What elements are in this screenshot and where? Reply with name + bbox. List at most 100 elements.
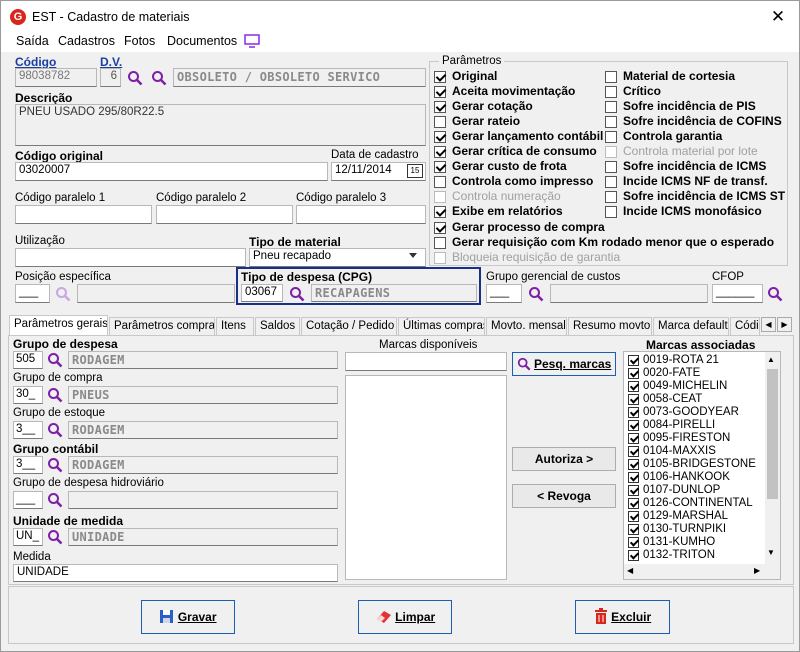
marca-item[interactable]: 0130-TURNPIKI [643,523,726,535]
param-right-9-checkbox[interactable] [605,206,617,218]
scroll-down-icon[interactable]: ▼ [767,548,775,557]
grupo-0-code[interactable]: 505 [13,351,43,369]
tab-3[interactable]: Saldos [255,317,300,336]
descricao-field[interactable]: PNEU USADO 295/80R22.5 [15,104,426,146]
marca-checkbox[interactable] [628,394,639,405]
param-left-6-checkbox[interactable] [434,161,446,173]
marcas-disponiveis-list[interactable] [345,375,507,580]
marca-checkbox[interactable] [628,407,639,418]
tab-scroll-left-icon[interactable]: ◀ [761,317,776,332]
marca-checkbox[interactable] [628,355,639,366]
marca-checkbox[interactable] [628,498,639,509]
chevron-down-icon[interactable] [409,253,417,258]
search-icon[interactable] [47,422,63,441]
tab-6[interactable]: Movto. mensal [486,317,567,336]
param-left-9-checkbox[interactable] [434,206,446,218]
tab-8[interactable]: Marca default [653,317,729,336]
hscrollbar[interactable]: ◀ ▶ [624,564,765,579]
tab-5[interactable]: Últimas compras [398,317,485,336]
search-icon[interactable] [767,286,783,302]
param-right-0-checkbox[interactable] [605,71,617,83]
param-left-0-checkbox[interactable] [434,71,446,83]
marca-checkbox[interactable] [628,472,639,483]
marca-checkbox[interactable] [628,550,639,561]
cod-par2-field[interactable] [156,205,293,224]
search-icon[interactable] [151,70,167,86]
grupo-5-code[interactable]: UN_ [13,528,43,546]
param-right-5-checkbox[interactable] [605,146,617,158]
tab-scroll-right-icon[interactable]: ▶ [777,317,792,332]
marca-item[interactable]: 0129-MARSHAL [643,510,728,522]
marca-item[interactable]: 0107-DUNLOP [643,484,720,496]
calendar-icon[interactable]: 15 [407,164,423,178]
menu-fotos[interactable]: Fotos [124,34,155,48]
revoga-button[interactable]: < Revoga [512,484,616,508]
grupo-2-code[interactable]: 3__ [13,421,43,439]
marca-item[interactable]: 0106-HANKOOK [643,471,730,483]
monitor-icon[interactable] [244,34,260,48]
search-icon[interactable] [289,286,305,302]
marca-checkbox[interactable] [628,511,639,522]
codigo-field[interactable]: 98038782 [15,68,97,87]
marca-checkbox[interactable] [628,420,639,431]
medida-field[interactable]: UNIDADE [13,564,338,582]
search-icon[interactable] [127,70,143,86]
marca-checkbox[interactable] [628,433,639,444]
param-left-3-checkbox[interactable] [434,116,446,128]
marca-item[interactable]: 0058-CEAT [643,393,702,405]
menu-documentos[interactable]: Documentos [167,34,237,48]
marca-checkbox[interactable] [628,485,639,496]
scroll-left-icon[interactable]: ◀ [627,566,633,575]
dv-field[interactable]: 6 [100,68,121,87]
param-right-6-checkbox[interactable] [605,161,617,173]
marca-item[interactable]: 0073-GOODYEAR [643,406,739,418]
tipo-despesa-code[interactable]: 03067 [241,284,283,302]
posicao-field[interactable]: ___ [15,284,50,303]
marca-item[interactable]: 0084-PIRELLI [643,419,715,431]
grupo-4-code[interactable]: ___ [13,491,43,509]
autoriza-button[interactable]: Autoriza > [512,447,616,471]
tab-0[interactable]: Parâmetros gerais [9,315,108,337]
param-wide-2-checkbox[interactable] [434,252,446,264]
param-right-2-checkbox[interactable] [605,101,617,113]
search-icon[interactable] [47,387,63,406]
search-icon[interactable] [55,286,71,302]
limpar-button[interactable]: Limpar [358,600,452,634]
param-left-1-checkbox[interactable] [434,86,446,98]
tab-1[interactable]: Parâmetros compras [109,317,215,336]
cod-par1-field[interactable] [15,205,152,224]
param-left-8-checkbox[interactable] [434,191,446,203]
codigo-original-field[interactable]: 03020007 [15,162,328,181]
marca-item[interactable]: 0131-KUMHO [643,536,715,548]
cod-par3-field[interactable] [296,205,426,224]
search-icon[interactable] [47,529,63,548]
marca-item[interactable]: 0132-TRITON [643,549,715,561]
marca-item[interactable]: 0104-MAXXIS [643,445,716,457]
marca-checkbox[interactable] [628,459,639,470]
tab-4[interactable]: Cotação / Pedido [301,317,397,336]
marca-checkbox[interactable] [628,368,639,379]
scrollbar-thumb[interactable] [767,369,778,499]
gravar-button[interactable]: Gravar [141,600,235,634]
param-right-7-checkbox[interactable] [605,176,617,188]
menu-saida[interactable]: Saída [16,34,49,48]
marcas-associadas-list[interactable]: 0019-ROTA 21 0020-FATE 0049-MICHELIN 0058-C… [623,351,781,580]
param-wide-0-checkbox[interactable] [434,222,446,234]
search-icon[interactable] [47,457,63,476]
marca-checkbox[interactable] [628,381,639,392]
tab-9[interactable]: Códi [730,317,760,336]
param-right-1-checkbox[interactable] [605,86,617,98]
scroll-right-icon[interactable]: ▶ [754,566,760,575]
scrollbar[interactable]: ▲ ▼ [765,352,780,579]
param-right-4-checkbox[interactable] [605,131,617,143]
param-left-7-checkbox[interactable] [434,176,446,188]
scroll-up-icon[interactable]: ▲ [767,355,775,364]
param-left-4-checkbox[interactable] [434,131,446,143]
close-icon[interactable]: ✕ [765,5,791,29]
marcas-search-field[interactable] [345,352,507,371]
marca-checkbox[interactable] [628,446,639,457]
param-right-3-checkbox[interactable] [605,116,617,128]
marca-checkbox[interactable] [628,524,639,535]
search-icon[interactable] [47,492,63,511]
grupo-3-code[interactable]: 3__ [13,456,43,474]
